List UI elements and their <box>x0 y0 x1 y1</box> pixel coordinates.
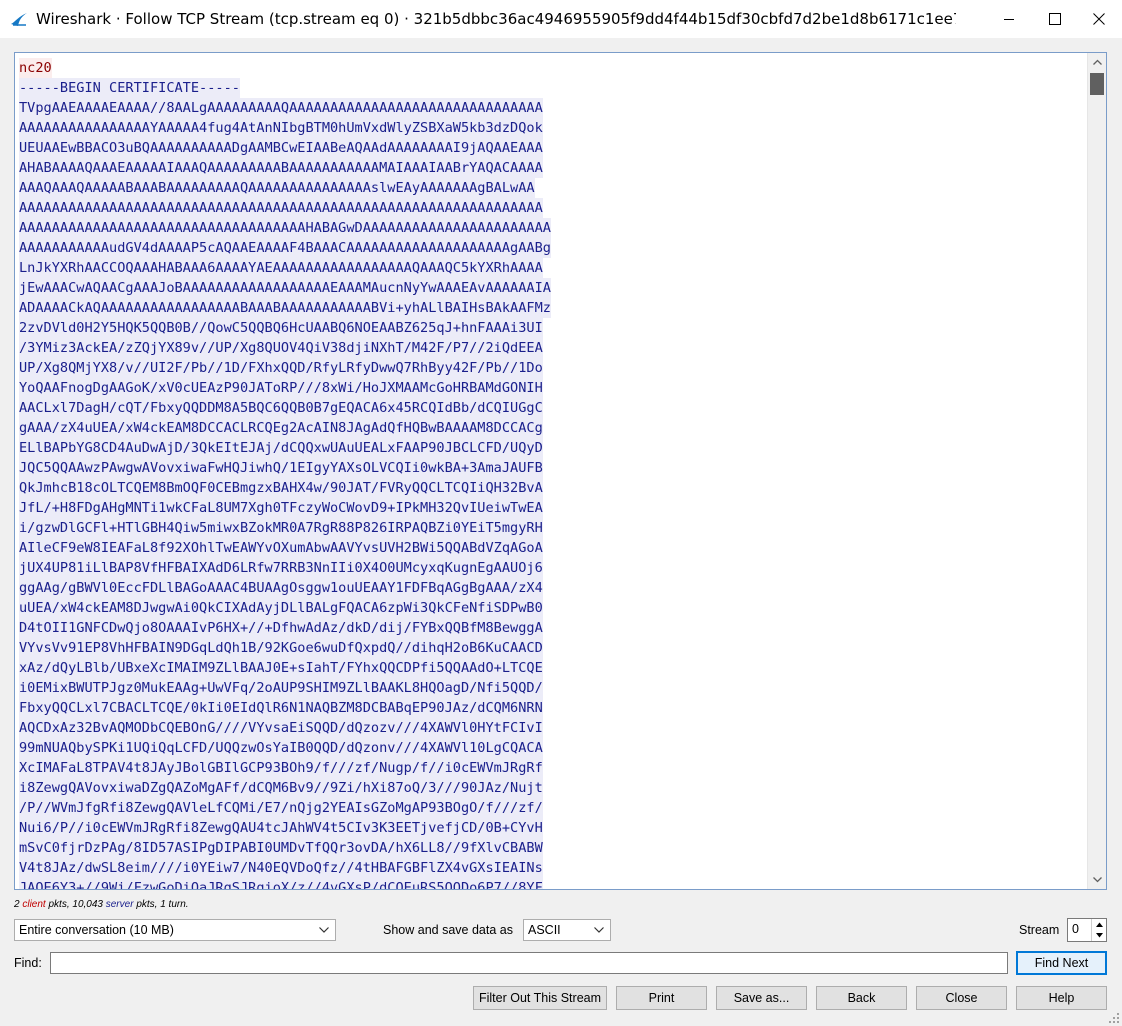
server-data-line: i/gzwDlGCFl+HTlGBH4Qiw5miwxBZokMR0A7RgR8… <box>19 518 543 538</box>
server-data-line: FbxyQQCLxl7CBACLTCQE/0kIi0EIdQlR6N1NAQBZ… <box>19 698 543 718</box>
vertical-scrollbar[interactable] <box>1087 53 1106 889</box>
show-save-select[interactable]: ASCII <box>523 919 611 941</box>
save-as-button[interactable]: Save as... <box>716 986 807 1010</box>
resize-grip-icon[interactable] <box>1108 1012 1120 1024</box>
stats-suffix: pkts, 1 turn. <box>133 899 189 910</box>
print-button[interactable]: Print <box>616 986 707 1010</box>
chevron-up-icon <box>1092 59 1102 65</box>
minimize-button[interactable] <box>986 0 1032 38</box>
filter-out-stream-button[interactable]: Filter Out This Stream <box>473 986 607 1010</box>
server-data-line: TVpgAAEAAAAEAAAA//8AALgAAAAAAAAAQAAAAAAA… <box>19 98 543 118</box>
stream-number-value: 0 <box>1072 922 1079 936</box>
find-next-label: Find Next <box>1034 956 1089 970</box>
server-data-line: YoQAAFnogDgAAGoK/xV0cUEAzP90JAToRP///8xW… <box>19 378 543 398</box>
find-label: Find: <box>14 956 42 970</box>
help-button[interactable]: Help <box>1016 986 1107 1010</box>
scroll-thumb[interactable] <box>1090 73 1104 95</box>
stream-stats: 2 client pkts, 10,043 server pkts, 1 tur… <box>14 899 189 910</box>
server-data-line: 2zvDVld0H2Y5HQK5QQB0B//QowC5QQBQ6HcUAABQ… <box>19 318 543 338</box>
server-data-line: gAAA/zX4uUEA/xW4ckEAM8DCCACLRCQEg2AcAIN8… <box>19 418 543 438</box>
title-bar: Wireshark · Follow TCP Stream (tcp.strea… <box>0 0 1122 38</box>
chevron-down-icon <box>1092 877 1102 883</box>
server-data-line: -----BEGIN CERTIFICATE----- <box>19 78 240 98</box>
server-data-line: AAAQAAAQAAAAABAAABAAAAAAAAAQAAAAAAAAAAAA… <box>19 178 535 198</box>
back-button[interactable]: Back <box>816 986 907 1010</box>
stream-text-area[interactable]: nc20 -----BEGIN CERTIFICATE----- TVpgAAEAA… <box>14 52 1107 890</box>
server-data-line: jEwAAACwAQAACgAAAJoBAAAAAAAAAAAAAAAAAAEA… <box>19 278 551 298</box>
server-data-line: Nui6/P//i0cEWVmJRgRfi8ZewgQAU4tcJAhWV4t5… <box>19 818 543 838</box>
close-label: Close <box>945 991 978 1005</box>
minimize-icon <box>1004 19 1014 20</box>
server-data-line: JQC5QQAAwzPAwgwAVovxiwaFwHQJiwhQ/1EIgyYA… <box>19 458 543 478</box>
server-data-line: 99mNUAQbySPKi1UQiQqLCFD/UQQzwOsYaIB0QQD/… <box>19 738 543 758</box>
server-data-line: V4t8JAz/dwSL8eim////i0YEiw7/N40EQVDoQfz/… <box>19 858 543 878</box>
wireshark-app-icon <box>11 13 27 26</box>
scroll-up-arrow[interactable] <box>1088 53 1106 71</box>
stats-client-label: client <box>22 899 46 910</box>
server-data-line: JAQE6Y3+//9Wi/FzwGoDiOaJRgSJRgioX/z//4vG… <box>19 878 543 889</box>
server-data-line: ggAAg/gBWVl0EccFDLlBAGoAAAC4BUAAgOsggw1o… <box>19 578 543 598</box>
server-data-line: AAAAAAAAAAAAAAAAAAAAAAAAAAAAAAAAAAAAAAAA… <box>19 198 543 218</box>
server-data-line: AQCDxAz32BvAQMODbCQEBOnG////VYvsaEiSQQD/… <box>19 718 543 738</box>
close-window-button[interactable] <box>1076 0 1122 38</box>
server-data-line: AAAAAAAAAAAAAAAAAAAAAAAAAAAAAAAAAAAHABAG… <box>19 218 551 238</box>
server-data-line: i8ZewgQAVovxiwaDZgQAZoMgAFf/dCQM6Bv9//9Z… <box>19 778 543 798</box>
chevron-down-icon <box>319 927 329 933</box>
stream-number-spinbox[interactable]: 0 <box>1067 918 1107 942</box>
scroll-down-arrow[interactable] <box>1088 871 1106 889</box>
window-title: Wireshark · Follow TCP Stream (tcp.strea… <box>36 10 956 28</box>
server-data-line: AAAAAAAAAAAAAAAAYAAAAA4fug4AtAnNIbgBTM0h… <box>19 118 543 138</box>
server-data-line: XcIMAFaL8TPAV4t8JAyJBolGBIlGCP93BOh9/f//… <box>19 758 543 778</box>
client-data-line: nc20 <box>19 58 52 78</box>
show-save-select-value: ASCII <box>528 923 561 937</box>
find-input[interactable] <box>50 952 1008 974</box>
spin-down-button[interactable] <box>1092 930 1106 941</box>
chevron-down-icon <box>594 927 604 933</box>
save-as-label: Save as... <box>733 991 790 1005</box>
stream-label: Stream <box>1019 923 1060 937</box>
server-data-line: AIleCF9eW8IEAFaL8f92XOhlTwEAWYvOXumAbwAA… <box>19 538 543 558</box>
stats-middle: pkts, 10,043 <box>45 899 106 910</box>
server-data-line: xAz/dQyLBlb/UBxeXcIMAIM9ZLlBAAJ0E+sIahT/… <box>19 658 543 678</box>
server-data-line: i0EMixBWUTPJgz0MukEAAg+UwVFq/2oAUP9SHIM9… <box>19 678 543 698</box>
filter-out-label: Filter Out This Stream <box>478 991 602 1005</box>
server-data-line: QkJmhcB18cOLTCQEM8BmOQF0CEBmgzxBAHX4w/90… <box>19 478 543 498</box>
conversation-select-value: Entire conversation (10 MB) <box>19 923 174 937</box>
server-data-line: AAAAAAAAAAAudGV4dAAAAP5cAQAAEAAAAF4BAAAC… <box>19 238 551 258</box>
server-data-line: AHABAAAAQAAAEAAAAAIAAAQAAAAAAAAABAAAAAAA… <box>19 158 543 178</box>
server-data-line: uUEA/xW4ckEAM8DJwgwAi0QkCIXAdAyjDLlBALgF… <box>19 598 543 618</box>
conversation-select[interactable]: Entire conversation (10 MB) <box>14 919 336 941</box>
stats-server-label: server <box>105 899 134 910</box>
find-next-button[interactable]: Find Next <box>1016 951 1107 975</box>
server-data-line: ELlBAPbYG8CD4AuDwAjD/3QkEItEJAj/dCQQxwUA… <box>19 438 543 458</box>
close-button[interactable]: Close <box>916 986 1007 1010</box>
maximize-button[interactable] <box>1032 0 1078 38</box>
stream-content: nc20 -----BEGIN CERTIFICATE----- TVpgAAEAA… <box>19 58 1089 889</box>
server-data-line: JfL/+H8FDgAHgMNTi1wkCFaL8UM7Xgh0TFczyWoC… <box>19 498 543 518</box>
server-data-line: UEUAAEwBBACO3uBQAAAAAAAAAADgAAMBCwEIAABe… <box>19 138 543 158</box>
chevron-down-icon <box>1095 933 1103 938</box>
server-data-line: ADAAAACkAQAAAAAAAAAAAAAAAAABAAABAAAAAAAA… <box>19 298 551 318</box>
back-label: Back <box>847 991 876 1005</box>
show-save-label: Show and save data as <box>383 923 513 937</box>
help-label: Help <box>1048 991 1075 1005</box>
server-data-line: UP/Xg8QMjYX8/v//UI2F/Pb//1D/FXhxQQD/RfyL… <box>19 358 543 378</box>
print-label: Print <box>648 991 675 1005</box>
chevron-up-icon <box>1095 922 1103 927</box>
server-data-line: D4tOII1GNFCDwQjo8OAAAIvP6HX+//+DfhwAdAz/… <box>19 618 543 638</box>
server-data-line: AACLxl7DagH/cQT/FbxyQQDDM8A5BQC6QQB0B7gE… <box>19 398 543 418</box>
maximize-icon <box>1049 13 1061 25</box>
server-data-line: /P//WVmJfgRfi8ZewgQAVleLfCQMi/E7/nQjg2YE… <box>19 798 543 818</box>
server-data-line: LnJkYXRhAACCOQAAAHABAAA6AAAAYAEAAAAAAAAA… <box>19 258 543 278</box>
server-data-line: mSvC0fjrDzPAg/8ID57ASIPgDIPABI0UMDvTfQQr… <box>19 838 543 858</box>
server-data-line: VYvsVv91EP8VhHFBAIN9DGqLdQh1B/92KGoe6wuD… <box>19 638 543 658</box>
close-icon <box>1093 13 1105 25</box>
server-data-line: jUX4UP81iLlBAP8VfHFBAIXAdD6LRfw7RRB3NnII… <box>19 558 543 578</box>
server-data-line: /3YMiz3AckEA/zZQjYX89v//UP/Xg8QUOV4QiV38… <box>19 338 543 358</box>
spin-up-button[interactable] <box>1092 919 1106 930</box>
